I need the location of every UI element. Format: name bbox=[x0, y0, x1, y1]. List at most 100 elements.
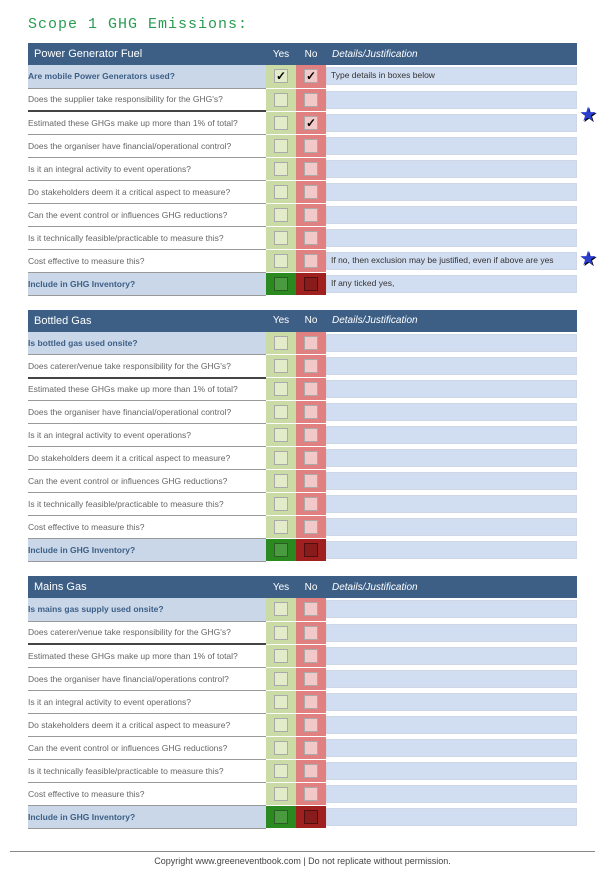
no-cell[interactable] bbox=[296, 355, 326, 378]
checkbox-yes[interactable] bbox=[274, 93, 288, 107]
yes-cell[interactable] bbox=[266, 690, 296, 713]
checkbox-no[interactable] bbox=[304, 718, 318, 732]
checkbox-yes[interactable] bbox=[274, 208, 288, 222]
checkbox-no[interactable] bbox=[304, 231, 318, 245]
checkbox-no[interactable] bbox=[304, 787, 318, 801]
yes-cell[interactable] bbox=[266, 203, 296, 226]
checkbox-no[interactable] bbox=[304, 405, 318, 419]
no-cell[interactable]: ✓ bbox=[296, 111, 326, 134]
details-input[interactable] bbox=[326, 472, 577, 490]
yes-cell[interactable] bbox=[266, 249, 296, 272]
checkbox-no[interactable] bbox=[304, 382, 318, 396]
yes-cell[interactable] bbox=[266, 470, 296, 493]
checkbox-yes[interactable] bbox=[274, 254, 288, 268]
details-input[interactable] bbox=[326, 426, 577, 444]
no-cell[interactable] bbox=[296, 272, 326, 295]
details-input[interactable] bbox=[326, 518, 577, 536]
checkbox-yes[interactable] bbox=[274, 231, 288, 245]
yes-cell[interactable] bbox=[266, 621, 296, 644]
no-cell[interactable] bbox=[296, 516, 326, 539]
no-cell[interactable] bbox=[296, 690, 326, 713]
details-input[interactable]: Type details in boxes below bbox=[326, 67, 577, 85]
checkbox-no[interactable]: ✓ bbox=[304, 116, 318, 130]
checkbox-yes[interactable] bbox=[274, 520, 288, 534]
details-input[interactable] bbox=[326, 739, 577, 757]
checkbox-yes[interactable] bbox=[274, 277, 288, 291]
checkbox-yes[interactable] bbox=[274, 497, 288, 511]
checkbox-yes[interactable] bbox=[274, 139, 288, 153]
yes-cell[interactable] bbox=[266, 782, 296, 805]
checkbox-no[interactable] bbox=[304, 254, 318, 268]
no-cell[interactable] bbox=[296, 644, 326, 667]
checkbox-no[interactable] bbox=[304, 208, 318, 222]
checkbox-no[interactable] bbox=[304, 93, 318, 107]
details-input[interactable] bbox=[326, 137, 577, 155]
checkbox-no[interactable] bbox=[304, 741, 318, 755]
no-cell[interactable] bbox=[296, 759, 326, 782]
checkbox-yes[interactable] bbox=[274, 718, 288, 732]
no-cell[interactable] bbox=[296, 782, 326, 805]
checkbox-no[interactable] bbox=[304, 810, 318, 824]
no-cell[interactable] bbox=[296, 401, 326, 424]
checkbox-yes[interactable] bbox=[274, 649, 288, 663]
details-input[interactable] bbox=[326, 693, 577, 711]
details-input[interactable] bbox=[326, 647, 577, 665]
checkbox-yes[interactable] bbox=[274, 672, 288, 686]
no-cell[interactable] bbox=[296, 493, 326, 516]
yes-cell[interactable] bbox=[266, 805, 296, 828]
checkbox-no[interactable] bbox=[304, 359, 318, 373]
checkbox-no[interactable] bbox=[304, 277, 318, 291]
checkbox-yes[interactable] bbox=[274, 428, 288, 442]
details-input[interactable] bbox=[326, 785, 577, 803]
no-cell[interactable] bbox=[296, 805, 326, 828]
checkbox-no[interactable] bbox=[304, 626, 318, 640]
checkbox-yes[interactable] bbox=[274, 185, 288, 199]
checkbox-yes[interactable]: ✓ bbox=[274, 69, 288, 83]
checkbox-yes[interactable] bbox=[274, 359, 288, 373]
yes-cell[interactable] bbox=[266, 111, 296, 134]
yes-cell[interactable] bbox=[266, 424, 296, 447]
checkbox-yes[interactable] bbox=[274, 474, 288, 488]
checkbox-no[interactable] bbox=[304, 428, 318, 442]
no-cell[interactable] bbox=[296, 332, 326, 355]
no-cell[interactable] bbox=[296, 249, 326, 272]
no-cell[interactable] bbox=[296, 134, 326, 157]
yes-cell[interactable] bbox=[266, 226, 296, 249]
no-cell[interactable] bbox=[296, 470, 326, 493]
details-input[interactable] bbox=[326, 541, 577, 559]
no-cell[interactable] bbox=[296, 447, 326, 470]
checkbox-no[interactable] bbox=[304, 695, 318, 709]
details-input[interactable]: If any ticked yes, bbox=[326, 275, 577, 293]
no-cell[interactable] bbox=[296, 598, 326, 621]
checkbox-yes[interactable] bbox=[274, 626, 288, 640]
yes-cell[interactable]: ✓ bbox=[266, 65, 296, 88]
checkbox-yes[interactable] bbox=[274, 602, 288, 616]
details-input[interactable] bbox=[326, 808, 577, 826]
details-input[interactable] bbox=[326, 114, 577, 132]
yes-cell[interactable] bbox=[266, 713, 296, 736]
yes-cell[interactable] bbox=[266, 355, 296, 378]
details-input[interactable] bbox=[326, 380, 577, 398]
details-input[interactable] bbox=[326, 160, 577, 178]
no-cell[interactable] bbox=[296, 88, 326, 111]
no-cell[interactable] bbox=[296, 539, 326, 562]
checkbox-yes[interactable] bbox=[274, 741, 288, 755]
checkbox-no[interactable] bbox=[304, 336, 318, 350]
yes-cell[interactable] bbox=[266, 736, 296, 759]
checkbox-no[interactable] bbox=[304, 185, 318, 199]
details-input[interactable] bbox=[326, 449, 577, 467]
yes-cell[interactable] bbox=[266, 378, 296, 401]
yes-cell[interactable] bbox=[266, 332, 296, 355]
yes-cell[interactable] bbox=[266, 134, 296, 157]
no-cell[interactable] bbox=[296, 226, 326, 249]
checkbox-no[interactable] bbox=[304, 474, 318, 488]
yes-cell[interactable] bbox=[266, 667, 296, 690]
checkbox-yes[interactable] bbox=[274, 116, 288, 130]
no-cell[interactable] bbox=[296, 667, 326, 690]
details-input[interactable] bbox=[326, 357, 577, 375]
details-input[interactable] bbox=[326, 334, 577, 352]
checkbox-no[interactable] bbox=[304, 602, 318, 616]
yes-cell[interactable] bbox=[266, 759, 296, 782]
details-input[interactable] bbox=[326, 91, 577, 109]
details-input[interactable] bbox=[326, 183, 577, 201]
